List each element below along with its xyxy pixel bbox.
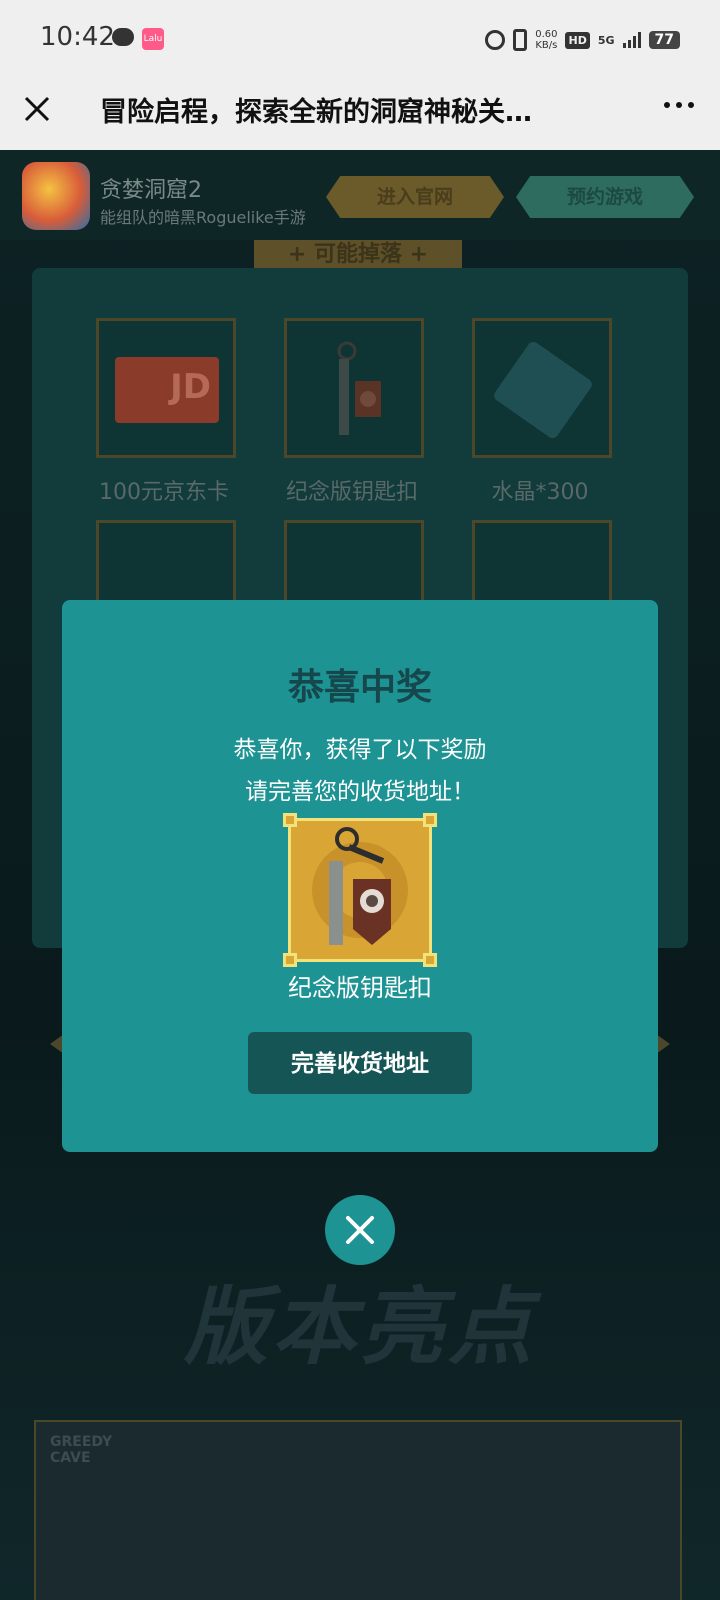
status-time: 10:42: [40, 22, 115, 52]
signal-type: 5G: [597, 33, 615, 47]
page-title: 冒险启程，探索全新的洞窟神秘关…: [100, 97, 532, 128]
close-icon[interactable]: [22, 94, 52, 124]
prize-label: 纪念版钥匙扣: [288, 974, 432, 1002]
prize-image: [283, 813, 437, 967]
chat-icon: [112, 28, 134, 46]
more-icon[interactable]: [664, 102, 694, 108]
battery-indicator: 77: [648, 31, 680, 49]
app-badge-icon: Lalu: [142, 28, 164, 50]
keychain-icon: [312, 827, 408, 945]
network-speed: 0.60 KB/s: [535, 29, 557, 51]
status-bar: 10:42 Lalu 0.60 KB/s HD 5G 77: [0, 0, 720, 80]
signal-bars-icon: [622, 32, 641, 48]
vibrate-icon: [513, 29, 528, 51]
hd-badge: HD: [565, 31, 590, 49]
modal-message: 恭喜你，获得了以下奖励: [233, 737, 487, 763]
title-bar: 冒险启程，探索全新的洞窟神秘关…: [0, 80, 720, 150]
network-speed-value: 0.60: [535, 29, 558, 40]
alarm-icon: [485, 30, 506, 50]
close-icon[interactable]: [325, 1195, 395, 1265]
modal-close-button[interactable]: [325, 1195, 395, 1265]
modal-title: 恭喜中奖: [287, 667, 432, 708]
network-speed-unit: KB/s: [535, 40, 558, 51]
complete-address-button[interactable]: 完善收货地址: [248, 1032, 472, 1094]
modal-instruction: 请完善您的收货地址！: [245, 779, 475, 805]
status-icons: 0.60 KB/s HD 5G 77: [485, 26, 680, 54]
prize-modal: 恭喜中奖 恭喜你，获得了以下奖励 请完善您的收货地址！ 纪念版钥匙扣 完善收货地…: [62, 600, 658, 1152]
